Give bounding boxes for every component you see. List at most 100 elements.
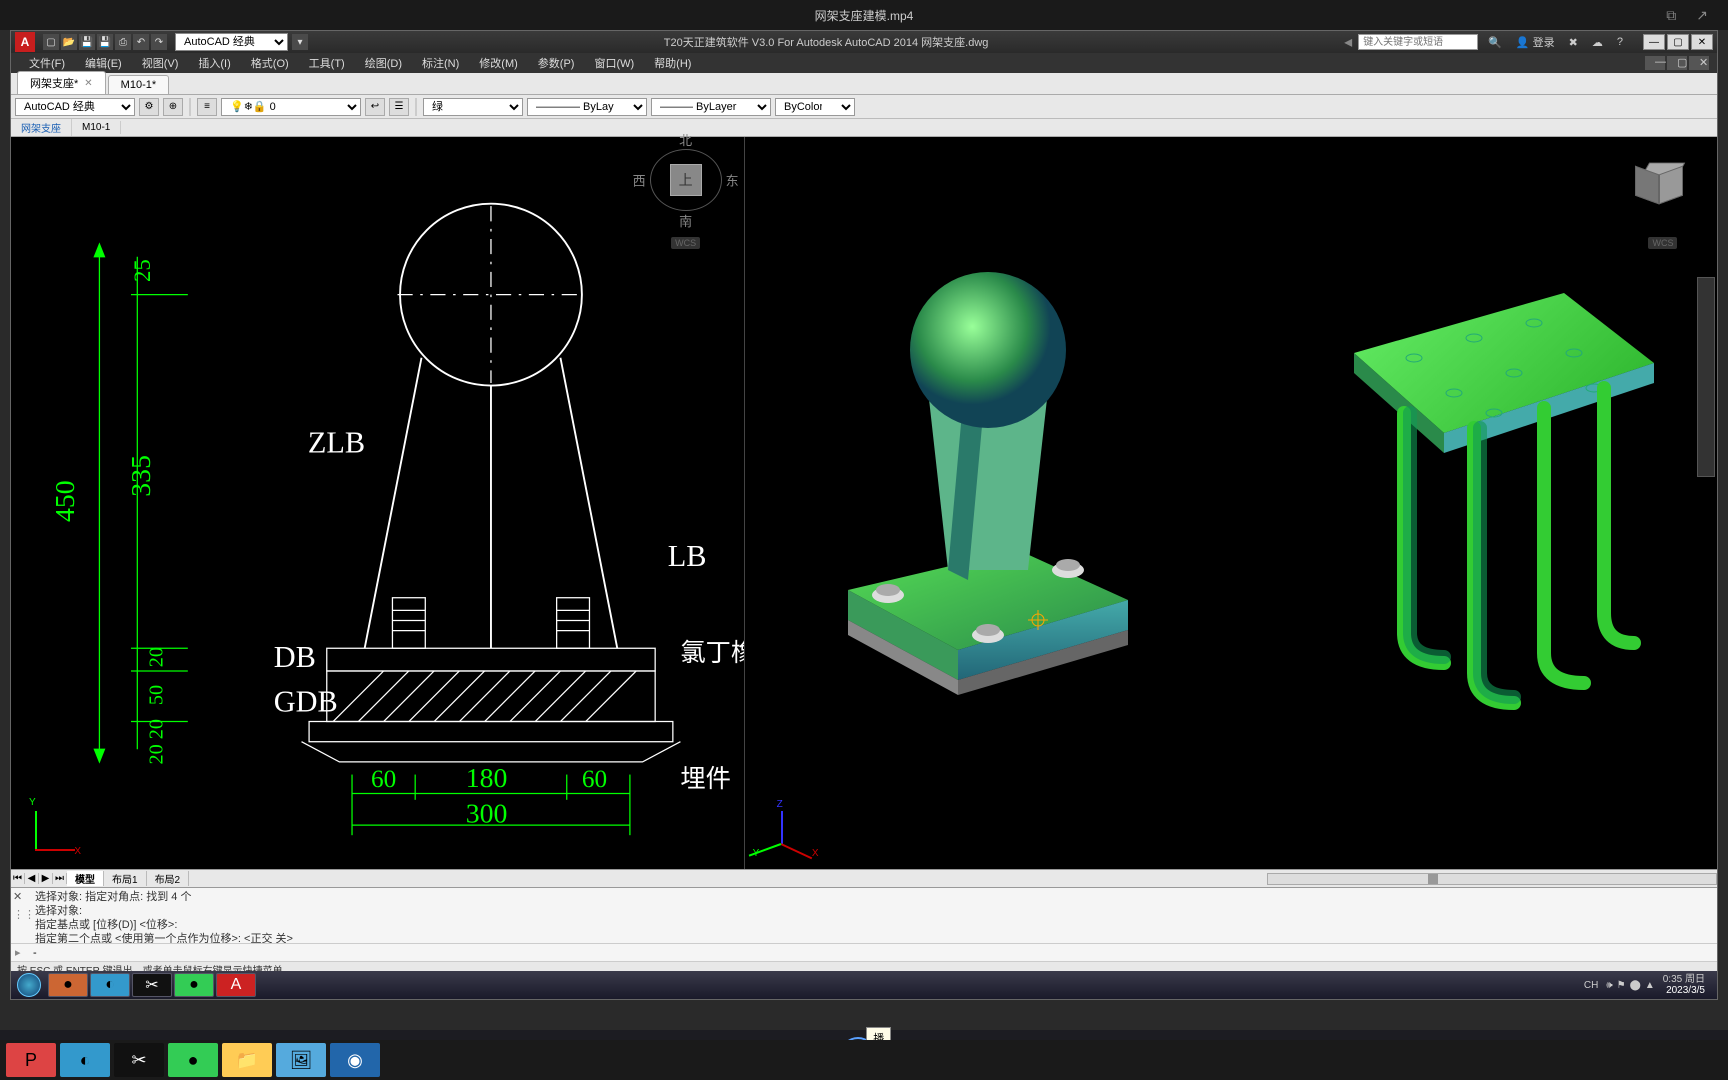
tray-icon[interactable]: 🕪	[1606, 980, 1612, 991]
taskbar-item[interactable]: A	[216, 973, 256, 997]
label-embed: 埋件	[680, 765, 730, 793]
external-icon[interactable]: ↗	[1696, 7, 1708, 24]
workspace-settings-icon[interactable]: ⚙	[139, 98, 159, 116]
layer-previous-icon[interactable]: ↩	[365, 98, 385, 116]
layer-state-icon[interactable]: ☰	[389, 98, 409, 116]
layout-tab-1[interactable]: 布局1	[104, 871, 147, 886]
menu-tools[interactable]: 工具(T)	[299, 55, 355, 71]
workspace-settings-icon[interactable]: ▾	[292, 34, 308, 50]
lineweight-dropdown[interactable]: ——— ByLayer	[651, 98, 771, 116]
print-icon[interactable]: ⎙	[115, 34, 131, 50]
taskbar-app[interactable]: 📁	[222, 1043, 272, 1077]
navigation-bar[interactable]	[1697, 277, 1715, 477]
clock[interactable]: 0:35 周日 2023/3/5	[1659, 974, 1709, 996]
viewport-tab[interactable]: M10-1	[72, 121, 121, 134]
menu-dimension[interactable]: 标注(N)	[412, 55, 469, 71]
taskbar-app[interactable]: 🖼	[276, 1043, 326, 1077]
help-search-input[interactable]	[1358, 34, 1478, 50]
close-icon[interactable]: ✕	[84, 78, 92, 89]
doc-close-icon[interactable]: ✕	[1689, 56, 1709, 70]
layout-tab-model[interactable]: 模型	[67, 871, 104, 886]
command-input[interactable]: -	[33, 947, 37, 959]
autocad-logo-icon[interactable]: A	[15, 32, 35, 52]
menu-insert[interactable]: 插入(I)	[188, 55, 240, 71]
menu-browser-icon[interactable]: ◂	[1344, 32, 1352, 52]
close-button[interactable]: ✕	[1691, 34, 1713, 50]
taskbar-app[interactable]: ◐	[60, 1043, 110, 1077]
start-button[interactable]	[11, 971, 47, 999]
drag-handle-icon[interactable]: ⋮⋮	[13, 908, 35, 922]
dim-20a: 20	[146, 647, 168, 667]
signin-button[interactable]: 👤 登录	[1512, 34, 1559, 50]
taskbar-item[interactable]: ✂	[132, 973, 172, 997]
doc-restore-icon[interactable]: ▢	[1667, 56, 1687, 70]
taskbar-app[interactable]: ◉	[330, 1043, 380, 1077]
stayconnected-icon[interactable]: ☁	[1588, 36, 1607, 49]
viewport-2d[interactable]: ZLB LB DB GDB 氯丁橡 埋件 450 25	[11, 137, 745, 869]
redo-icon[interactable]: ↷	[151, 34, 167, 50]
plotstyle-dropdown[interactable]: ByColor	[775, 98, 855, 116]
tab-next-icon[interactable]: ▶	[39, 873, 53, 884]
layout-tab-2[interactable]: 布局2	[147, 871, 190, 886]
undo-icon[interactable]: ↶	[133, 34, 149, 50]
taskbar-item[interactable]: ◐	[90, 973, 130, 997]
menu-modify[interactable]: 修改(M)	[469, 55, 528, 71]
viewcube-3d[interactable]: WCS	[1623, 149, 1703, 249]
tray-icon[interactable]: ⬤	[1630, 980, 1641, 991]
tab-first-icon[interactable]: ⏮	[11, 873, 25, 884]
viewport-3d-b[interactable]: WCS	[1231, 137, 1717, 869]
taskbar-item[interactable]: ●	[48, 973, 88, 997]
maximize-button[interactable]: ▢	[1667, 34, 1689, 50]
command-prompt-icon: ▸	[15, 946, 29, 960]
taskbar-app[interactable]: ●	[168, 1043, 218, 1077]
tab-last-icon[interactable]: ⏭	[53, 873, 67, 884]
wcs-label[interactable]: WCS	[671, 237, 700, 249]
menu-window[interactable]: 窗口(W)	[584, 55, 644, 71]
viewport-3d-a[interactable]: ZXY	[745, 137, 1231, 869]
new-icon[interactable]: ▢	[43, 34, 59, 50]
menu-draw[interactable]: 绘图(D)	[355, 55, 412, 71]
tray-icon[interactable]: ▲	[1645, 980, 1655, 991]
doc-minimize-icon[interactable]: —	[1645, 56, 1665, 70]
taskbar-item[interactable]: ●	[174, 973, 214, 997]
viewcube-top-face[interactable]: 上	[670, 164, 702, 196]
linetype-dropdown[interactable]: ———— ByLayer	[527, 98, 647, 116]
tab-prev-icon[interactable]: ◀	[25, 873, 39, 884]
taskbar-app[interactable]: ✂	[114, 1043, 164, 1077]
pip-icon[interactable]: ⧉	[1666, 7, 1676, 24]
dim-300: 300	[466, 799, 508, 830]
open-icon[interactable]: 📂	[61, 34, 77, 50]
exchange-icon[interactable]: ✖	[1565, 36, 1582, 49]
file-tab-label: M10-1*	[121, 79, 156, 91]
menu-format[interactable]: 格式(O)	[241, 55, 299, 71]
drawing-area[interactable]: ZLB LB DB GDB 氯丁橡 埋件 450 25	[11, 137, 1717, 869]
file-tab-active[interactable]: 网架支座* ✕	[17, 71, 106, 94]
menu-parametric[interactable]: 参数(P)	[528, 55, 585, 71]
workspace-save-icon[interactable]: ⊕	[163, 98, 183, 116]
workspace-dropdown-2[interactable]: AutoCAD 经典	[15, 98, 135, 116]
horizontal-scrollbar[interactable]	[1267, 873, 1717, 885]
tray-icon[interactable]: ⚑	[1617, 980, 1626, 991]
file-tab[interactable]: M10-1*	[108, 75, 169, 94]
menu-file[interactable]: 文件(F)	[19, 55, 75, 71]
help-icon[interactable]: ?	[1613, 36, 1627, 48]
wcs-label[interactable]: WCS	[1648, 237, 1677, 249]
command-input-row[interactable]: ▸ -	[11, 943, 1717, 961]
menu-view[interactable]: 视图(V)	[132, 55, 189, 71]
dim-25: 25	[130, 259, 155, 282]
color-dropdown[interactable]: 绿	[423, 98, 523, 116]
saveas-icon[interactable]: 💾	[97, 34, 113, 50]
taskbar-app[interactable]: P	[6, 1043, 56, 1077]
viewport-tab[interactable]: 网架支座	[11, 119, 72, 136]
viewcube-2d[interactable]: 北 南 东 西 上 WCS	[646, 149, 726, 249]
workspace-dropdown[interactable]: AutoCAD 经典	[175, 33, 288, 51]
menu-edit[interactable]: 编辑(E)	[75, 55, 132, 71]
menu-help[interactable]: 帮助(H)	[644, 55, 701, 71]
save-icon[interactable]: 💾	[79, 34, 95, 50]
search-icon[interactable]: 🔍	[1484, 36, 1506, 49]
layer-dropdown[interactable]: 💡❄🔒 0	[221, 98, 361, 116]
close-icon[interactable]: ✕	[13, 890, 25, 904]
minimize-button[interactable]: —	[1643, 34, 1665, 50]
ime-indicator[interactable]: CH	[1580, 980, 1602, 991]
layer-properties-icon[interactable]: ≡	[197, 98, 217, 116]
